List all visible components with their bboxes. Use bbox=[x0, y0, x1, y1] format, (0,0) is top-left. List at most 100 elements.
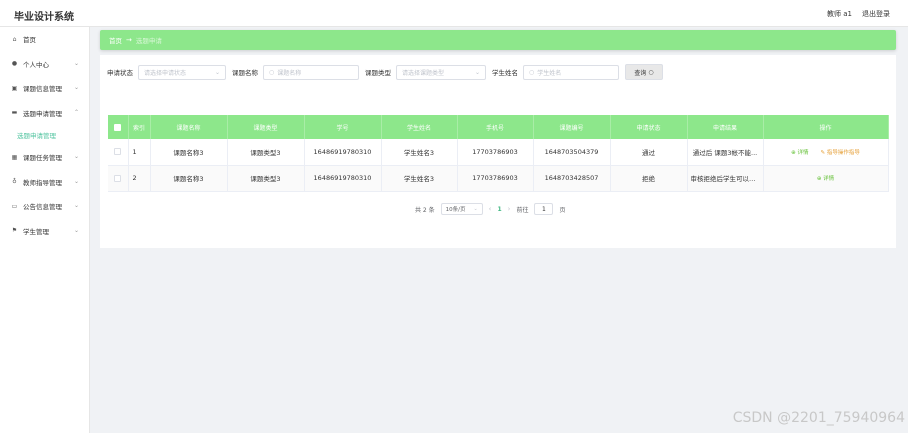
table-row: 1 课题名称3 课题类型3 16486919780310 学生姓名3 17703… bbox=[108, 139, 889, 166]
page-number-current[interactable]: 1 bbox=[497, 206, 501, 213]
topic-name-placeholder: 课题名称 bbox=[277, 69, 302, 77]
monitor-icon: ▬ bbox=[11, 109, 18, 117]
goto-label: 前往 bbox=[516, 206, 529, 214]
topic-type-cell: 课题类型3 bbox=[227, 139, 305, 166]
details-button[interactable]: ⊕ 详情 bbox=[817, 176, 834, 182]
sidebar-item-students[interactable]: ⚑ 学生管理 ⌄ bbox=[0, 219, 89, 244]
page-suffix: 页 bbox=[559, 206, 566, 214]
breadcrumb-home[interactable]: 首页 bbox=[109, 35, 122, 45]
next-page-button[interactable]: › bbox=[508, 205, 511, 213]
student-no-cell: 16486919780310 bbox=[304, 165, 382, 192]
chevron-down-icon: ⌄ bbox=[73, 59, 79, 67]
details-label: 详情 bbox=[823, 176, 835, 182]
search-icon: ○ bbox=[648, 68, 654, 76]
column-header: 申请状态 bbox=[610, 115, 688, 139]
column-header: 课题编号 bbox=[533, 115, 611, 139]
column-header: 学号 bbox=[304, 115, 382, 139]
column-header: 课题类型 bbox=[227, 115, 305, 139]
select-all-checkbox[interactable] bbox=[108, 115, 129, 139]
breadcrumb-arrow-icon: → bbox=[126, 36, 132, 44]
breadcrumb: 首页 → 选题申请 bbox=[100, 30, 896, 50]
column-header: 申请结果 bbox=[687, 115, 764, 139]
chevron-down-icon: ⌄ bbox=[73, 177, 79, 185]
filter-bar: 申请状态 请选择申请状态 ⌄ 课题名称 ○ 课题名称 课题类型 请选择课题类型 … bbox=[107, 64, 663, 80]
flag-icon: ⚑ bbox=[11, 227, 18, 235]
sidebar-item-topic-info[interactable]: ▣ 课题信息管理 ⌄ bbox=[0, 76, 89, 101]
student-name-cell: 学生姓名3 bbox=[381, 165, 458, 192]
submenu-item-label: 选题申请管理 bbox=[17, 132, 56, 140]
mic-icon: ♁ bbox=[12, 178, 17, 186]
index-cell: 2 bbox=[128, 165, 151, 192]
checkbox[interactable] bbox=[114, 123, 122, 131]
row-checkbox-cell[interactable] bbox=[108, 139, 129, 166]
card-icon: ▭ bbox=[11, 202, 18, 210]
topic-type-select[interactable]: 请选择课题类型 ⌄ bbox=[396, 64, 486, 80]
search-icon: ○ bbox=[269, 68, 275, 76]
chevron-up-icon: ⌃ bbox=[73, 108, 79, 116]
student-no-cell: 16486919780310 bbox=[304, 139, 382, 166]
student-name-filter-label: 学生姓名 bbox=[492, 69, 518, 77]
watermark: CSDN @2201_75940964 bbox=[732, 410, 905, 426]
student-name-cell: 学生姓名3 bbox=[381, 139, 458, 166]
goto-page-value: 1 bbox=[542, 205, 546, 213]
checkbox[interactable] bbox=[114, 148, 122, 156]
goto-page-input[interactable]: 1 bbox=[534, 203, 554, 215]
chevron-down-icon: ⌄ bbox=[73, 226, 79, 234]
status-filter-label: 申请状态 bbox=[107, 69, 133, 77]
sidebar-item-topic-task[interactable]: ▦ 课题任务管理 ⌄ bbox=[0, 145, 89, 170]
column-header: 课题名称 bbox=[150, 115, 228, 139]
sidebar-item-label: 选题申请管理 bbox=[23, 109, 62, 118]
phone-cell: 17703786903 bbox=[457, 139, 534, 166]
topic-name-cell: 课题名称3 bbox=[150, 165, 228, 192]
book-icon: ▣ bbox=[11, 84, 18, 92]
topic-name-cell: 课题名称3 bbox=[150, 139, 228, 166]
result-cell: 通过后 课题3帐不能... bbox=[687, 139, 764, 166]
status-select-placeholder: 请选择申请状态 bbox=[144, 69, 187, 77]
status-cell: 拒绝 bbox=[610, 165, 688, 192]
prev-page-button[interactable]: ‹ bbox=[489, 205, 492, 213]
sidebar-item-teacher-guidance[interactable]: ♁ 教师指导管理 ⌄ bbox=[0, 170, 89, 195]
topic-type-placeholder: 请选择课题类型 bbox=[402, 69, 445, 77]
table-header-row: 索引 课题名称 课题类型 学号 学生姓名 手机号 课题编号 申请状态 申请结果 … bbox=[108, 115, 889, 139]
logout-link[interactable]: 退出登录 bbox=[862, 9, 890, 19]
topic-type-filter-label: 课题类型 bbox=[365, 69, 391, 77]
pagination: 共 2 条 10条/页 ⌄ ‹ 1 › 前往 1 页 bbox=[415, 203, 565, 215]
sidebar-item-label: 公告信息管理 bbox=[23, 203, 62, 212]
page-size-select[interactable]: 10条/页 ⌄ bbox=[440, 203, 483, 215]
sidebar-item-label: 课题信息管理 bbox=[23, 85, 62, 94]
student-name-input[interactable]: ○ 学生姓名 bbox=[523, 64, 619, 80]
topic-no-cell: 1648703428507 bbox=[533, 165, 611, 192]
current-user: 教师 a1 bbox=[827, 10, 852, 18]
status-select[interactable]: 请选择申请状态 ⌄ bbox=[138, 64, 226, 80]
chevron-down-icon: ⌄ bbox=[474, 68, 480, 76]
sidebar-item-topic-application[interactable]: ▬ 选题申请管理 ⌃ bbox=[0, 101, 89, 126]
column-header: 学生姓名 bbox=[381, 115, 458, 139]
sidebar-item-label: 教师指导管理 bbox=[23, 178, 62, 187]
search-button[interactable]: 查询 ○ bbox=[625, 64, 663, 80]
sidebar-item-profile[interactable]: ● 个人中心 ⌄ bbox=[0, 52, 89, 77]
chevron-down-icon: ⌄ bbox=[73, 84, 79, 91]
sidebar-item-home[interactable]: ⌂ 首页 bbox=[0, 27, 89, 52]
column-header: 手机号 bbox=[457, 115, 534, 139]
actions-cell: ⊕ 详情 bbox=[763, 165, 889, 192]
guidance-button[interactable]: ✎ 指导操作指导 bbox=[821, 150, 860, 156]
chevron-down-icon: ⌄ bbox=[73, 202, 79, 209]
sidebar-item-announcement[interactable]: ▭ 公告信息管理 ⌄ bbox=[0, 194, 89, 219]
table-row: 2 课题名称3 课题类型3 16486919780310 学生姓名3 17703… bbox=[108, 165, 889, 192]
total-count: 共 2 条 bbox=[415, 206, 435, 214]
chevron-down-icon: ⌄ bbox=[73, 153, 79, 160]
row-checkbox-cell[interactable] bbox=[108, 165, 129, 192]
user-icon: ● bbox=[11, 60, 18, 68]
actions-cell: ⊕ 详情 ✎ 指导操作指导 bbox=[763, 139, 889, 166]
home-icon: ⌂ bbox=[12, 35, 17, 43]
search-button-label: 查询 bbox=[634, 69, 647, 77]
app-title: 毕业设计系统 bbox=[14, 12, 74, 23]
search-icon: ○ bbox=[529, 68, 535, 76]
top-bar: 毕业设计系统 教师 a1 退出登录 bbox=[0, 0, 908, 27]
details-button[interactable]: ⊕ 详情 bbox=[791, 150, 808, 156]
submenu-item-topic-application[interactable]: 选题申请管理 bbox=[0, 125, 89, 145]
topic-name-filter-label: 课题名称 bbox=[232, 69, 258, 77]
checkbox[interactable] bbox=[114, 174, 122, 182]
topic-type-cell: 课题类型3 bbox=[227, 165, 305, 192]
topic-name-input[interactable]: ○ 课题名称 bbox=[263, 64, 359, 80]
